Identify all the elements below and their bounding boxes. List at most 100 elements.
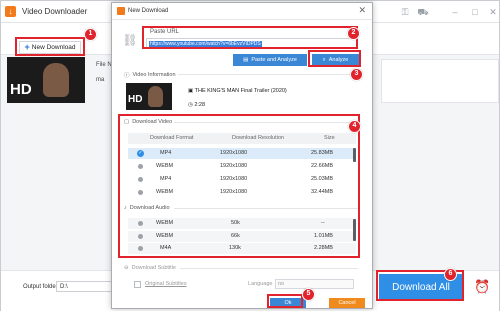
- resolution-cell: 1920x1080: [220, 150, 248, 156]
- url-input[interactable]: https://www.youtube.com/watch?v=6bEvzVID…: [146, 38, 358, 49]
- check-icon: ✓: [137, 150, 144, 157]
- size-cell: --: [321, 220, 325, 226]
- video-info-section-title: ⓘ Video Information: [124, 71, 176, 79]
- link-icon: ⛓: [122, 33, 138, 47]
- callout-badge: 1: [84, 28, 97, 41]
- download-audio-label: Download Audio: [129, 205, 170, 211]
- url-value: https://www.youtube.com/watch?v=6bEvzVID…: [149, 41, 262, 47]
- video-duration: ◷ 2:28: [188, 102, 206, 108]
- paste-and-analyze-label: Paste and Analyze: [251, 57, 297, 63]
- search-icon: ⌕: [322, 56, 326, 63]
- format-cell: MP4: [160, 176, 172, 182]
- hd-badge: HD: [10, 81, 32, 98]
- cart-icon[interactable]: ⛟: [417, 6, 429, 18]
- resolution-cell: 1920x1080: [220, 163, 248, 169]
- format-cell: WEBM: [156, 233, 174, 239]
- paste-and-analyze-button[interactable]: ▤ Paste and Analyze: [233, 54, 307, 66]
- plus-icon: +: [24, 42, 30, 52]
- column-header: Download Resolution: [232, 135, 284, 141]
- download-subtitle-label: Download Subtitle: [131, 265, 176, 271]
- callout-badge: 2: [347, 27, 360, 40]
- size-cell: 22.66MB: [311, 163, 334, 169]
- divider: [180, 268, 358, 269]
- video-title: ▣ THE KING'S MAN Final Trailer (2020): [188, 88, 287, 94]
- divider: [178, 74, 358, 75]
- output-folder-label: Output folder:: [23, 284, 60, 290]
- size-cell: 1.01MB: [314, 233, 333, 239]
- audio-row[interactable]: M4A 130k 2.28MB: [128, 243, 356, 254]
- new-download-label: New Download: [31, 44, 76, 51]
- alarm-clock-icon[interactable]: ⏰: [474, 279, 490, 295]
- info-icon: ⓘ: [124, 73, 130, 79]
- divider: [174, 208, 358, 209]
- radio-icon: [138, 164, 143, 169]
- maximize-icon[interactable]: □: [469, 6, 481, 18]
- radio-icon: [138, 234, 143, 239]
- video-info-label: Video Information: [132, 72, 176, 78]
- size-cell: 25.83MB: [311, 150, 334, 156]
- download-video-label: Download Video: [132, 119, 173, 125]
- thumbnail-figure: [43, 63, 69, 97]
- language-label: Language: [248, 281, 273, 287]
- new-download-button[interactable]: + New Download: [19, 41, 81, 54]
- format-cell: MP4: [160, 150, 172, 156]
- audio-list-scrollbar[interactable]: [353, 219, 356, 241]
- audio-row[interactable]: WEBM 50k --: [128, 218, 356, 229]
- subtitle-options: Original Subtitles Language no: [134, 279, 359, 291]
- audio-row[interactable]: WEBM 66k 1.01MB: [128, 231, 356, 242]
- format-cell: WEBM: [156, 189, 174, 195]
- video-duration-text: 2:28: [194, 102, 206, 108]
- dialog-close-icon[interactable]: ✕: [358, 5, 366, 16]
- dialog-titlebar: New Download ✕: [112, 3, 372, 20]
- video-title-text: THE KING'S MAN Final Trailer (2020): [194, 88, 287, 94]
- language-select[interactable]: no: [275, 279, 354, 289]
- minimize-icon[interactable]: –: [449, 6, 461, 18]
- download-item-text: ma: [96, 77, 105, 83]
- close-icon[interactable]: ✕: [487, 6, 499, 18]
- format-cell: M4A: [160, 245, 172, 251]
- key-icon[interactable]: ⚿: [399, 6, 411, 18]
- ok-button[interactable]: Ok: [270, 298, 306, 308]
- clipboard-icon: ▤: [243, 57, 249, 63]
- thumbnail-figure: [148, 86, 163, 107]
- paste-url-label: Paste URL: [150, 29, 180, 35]
- size-cell: 25.03MB: [311, 176, 334, 182]
- output-folder-input[interactable]: D:\: [56, 281, 116, 292]
- analyze-button[interactable]: ⌕ Analyze: [312, 54, 359, 66]
- app-logo-icon: ↓: [5, 6, 16, 17]
- music-note-icon: ♪: [124, 205, 127, 211]
- bitrate-cell: 130k: [229, 245, 241, 251]
- radio-icon: [138, 190, 143, 195]
- size-cell: 2.28MB: [314, 245, 333, 251]
- video-row[interactable]: WEBM 1920x1080 22.66MB: [128, 161, 356, 172]
- hd-badge: HD: [128, 94, 143, 105]
- size-cell: 32.44MB: [311, 189, 334, 195]
- format-cell: WEBM: [156, 163, 174, 169]
- video-row[interactable]: ✓ MP4 1920x1080 25.83MB: [128, 148, 356, 159]
- video-row[interactable]: MP4 1920x1080 25.03MB: [128, 174, 356, 185]
- original-subtitles-label: Original Subtitles: [145, 281, 187, 287]
- cancel-button[interactable]: Cancel: [329, 298, 365, 308]
- column-header: Size: [324, 135, 335, 141]
- divider: [174, 122, 358, 123]
- format-cell: WEBM: [156, 220, 174, 226]
- dialog-title: New Download: [128, 8, 169, 14]
- analyze-label: Analyze: [328, 57, 349, 63]
- video-table-header: Download Format Download Resolution Size: [128, 133, 356, 144]
- dialog-logo-icon: [117, 7, 125, 15]
- video-icon: ▢: [124, 119, 130, 125]
- original-subtitles-checkbox[interactable]: [134, 281, 141, 288]
- app-title: Video Downloader: [22, 7, 88, 16]
- video-thumbnail: HD: [7, 57, 85, 103]
- callout-badge: 5: [302, 288, 315, 301]
- callout-badge: 4: [348, 120, 361, 133]
- info-thumbnail: HD: [126, 83, 172, 110]
- video-list-scrollbar[interactable]: [353, 148, 356, 162]
- download-video-section-title: ▢ Download Video: [124, 119, 172, 125]
- download-subtitle-section-title: ⊖ Download Subtitle: [124, 265, 176, 271]
- video-row[interactable]: WEBM 1920x1080 32.44MB: [128, 187, 356, 198]
- radio-icon: [138, 221, 143, 226]
- radio-icon: [138, 177, 143, 182]
- bitrate-cell: 66k: [231, 233, 240, 239]
- radio-icon: [138, 246, 143, 251]
